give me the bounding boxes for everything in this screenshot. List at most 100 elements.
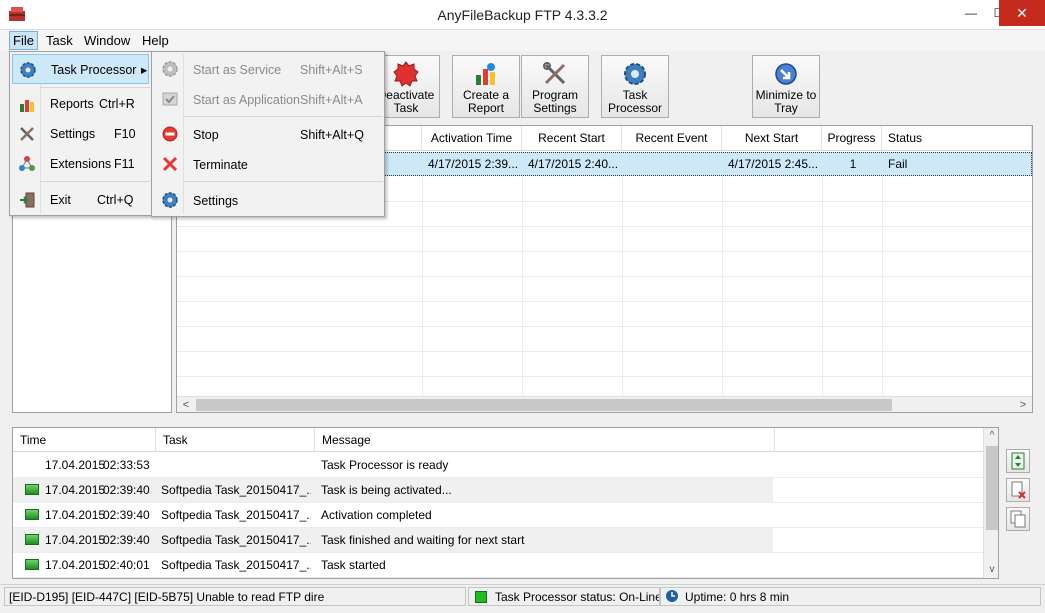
menu-item-label: Settings xyxy=(193,194,239,208)
title-bar[interactable]: AnyFileBackup FTP 4.3.3.2 — ☐ ✕ xyxy=(0,0,1045,30)
menu-item-label: Start as Service xyxy=(193,63,282,77)
task-processor-submenu: Start as Service Shift+Alt+S Start as Ap… xyxy=(151,51,385,217)
menu-help[interactable]: Help xyxy=(138,31,173,50)
service-gear-icon xyxy=(162,61,178,77)
menu-item-exit[interactable]: Exit Ctrl+Q xyxy=(12,185,149,215)
menu-task[interactable]: Task xyxy=(42,31,77,50)
clear-log-button[interactable] xyxy=(1006,478,1030,502)
log-date: 17.04.2015 xyxy=(45,483,105,497)
log-date: 17.04.2015 xyxy=(45,458,105,472)
minimize-tray-icon xyxy=(775,63,797,85)
log-time: 02:39:40 xyxy=(103,508,150,522)
scroll-right-button[interactable]: > xyxy=(1015,398,1031,412)
status-led-icon xyxy=(25,534,39,545)
menu-item-shortcut: Ctrl+R xyxy=(99,97,135,111)
grid-header-recent-event[interactable]: Recent Event xyxy=(622,126,722,151)
minimize-tray-label-1: Minimize to xyxy=(755,88,817,102)
task-processor-status: Task Processor status: On-Line xyxy=(468,587,660,606)
status-message: [EID-D195] [EID-447C] [EID-5B75] Unable … xyxy=(4,587,466,606)
menu-item-label: Terminate xyxy=(193,158,248,172)
report-label-2: Report xyxy=(467,101,505,115)
extensions-icon xyxy=(19,156,35,171)
log-message: Task finished and waiting for next start xyxy=(321,533,525,547)
deactivate-label-1: Deactivate xyxy=(377,88,435,102)
uptime-label: Uptime: xyxy=(685,590,727,604)
program-settings-button[interactable]: Program Settings xyxy=(521,55,589,118)
log-header-time[interactable]: Time xyxy=(13,428,156,452)
uptime-section: Uptime: 0 hrs 8 min xyxy=(660,587,1041,606)
menu-item-reports[interactable]: Reports Ctrl+R xyxy=(12,89,149,119)
menu-item-label: Start as Application xyxy=(193,93,301,107)
expand-log-button[interactable] xyxy=(1006,449,1030,473)
deactivate-label-2: Task xyxy=(393,101,419,115)
close-button[interactable]: ✕ xyxy=(999,0,1045,26)
menu-item-extensions[interactable]: Extensions F11 xyxy=(12,149,149,179)
menu-item-settings[interactable]: Settings F10 xyxy=(12,119,149,149)
log-time: 02:40:01 xyxy=(103,558,150,572)
log-task xyxy=(161,453,311,477)
menu-file[interactable]: File xyxy=(9,31,38,50)
scroll-thumb[interactable] xyxy=(196,399,892,411)
task-processor-label-1: Task xyxy=(622,88,648,102)
app-check-icon xyxy=(162,92,178,106)
menu-item-task-processor[interactable]: Task Processor ▸ xyxy=(12,54,149,84)
uptime-value: 0 hrs 8 min xyxy=(729,590,790,604)
copy-log-button[interactable] xyxy=(1006,507,1030,531)
menu-item-start-as-application[interactable]: Start as Application Shift+Alt+A xyxy=(154,84,384,114)
processor-status-label: Task Processor status: xyxy=(495,590,616,604)
menu-window[interactable]: Window xyxy=(80,31,134,50)
task-grid-horizontal-scrollbar[interactable]: < > xyxy=(177,396,1032,412)
log-row[interactable]: 17.04.2015 02:39:40 Softpedia Task_20150… xyxy=(13,478,983,503)
menu-item-label: Task Processor xyxy=(51,63,137,77)
log-row[interactable]: 17.04.2015 02:39:40 Softpedia Task_20150… xyxy=(13,528,983,553)
log-message: Task is being activated... xyxy=(321,483,452,497)
program-settings-label-2: Settings xyxy=(533,101,577,115)
menu-item-shortcut: Ctrl+Q xyxy=(97,193,134,207)
log-header-message[interactable]: Message xyxy=(315,428,775,452)
clear-log-icon xyxy=(1011,481,1026,499)
grid-header-recent-start[interactable]: Recent Start xyxy=(522,126,622,151)
log-message: Task started xyxy=(321,558,386,572)
minimize-tray-label-2: Tray xyxy=(774,101,798,115)
clock-icon xyxy=(666,590,678,602)
menu-item-shortcut: F11 xyxy=(114,157,135,171)
online-led-icon xyxy=(475,591,487,603)
task-processor-icon xyxy=(624,63,646,85)
log-time: 02:39:40 xyxy=(103,483,150,497)
stop-icon xyxy=(162,126,178,142)
log-message: Activation completed xyxy=(321,508,432,522)
menu-item-processor-settings[interactable]: Settings xyxy=(154,185,384,215)
deactivate-icon xyxy=(393,61,419,87)
cell-progress: 1 xyxy=(849,157,857,171)
scroll-up-button[interactable]: ^ xyxy=(984,428,998,444)
scroll-down-button[interactable]: v xyxy=(984,562,998,578)
report-label-1: Create a xyxy=(462,88,510,102)
scroll-left-button[interactable]: < xyxy=(178,398,194,412)
minimize-to-tray-button[interactable]: Minimize to Tray xyxy=(752,55,820,118)
task-processor-button[interactable]: Task Processor xyxy=(601,55,669,118)
menu-item-label: Exit xyxy=(50,193,71,207)
grid-header-next-start[interactable]: Next Start xyxy=(722,126,822,151)
log-row[interactable]: 17.04.2015 02:40:01 Softpedia Task_20150… xyxy=(13,553,983,578)
log-row[interactable]: 17.04.2015 02:33:53 Task Processor is re… xyxy=(13,453,983,478)
grid-header-activation-time[interactable]: Activation Time xyxy=(422,126,522,151)
menu-item-stop[interactable]: Stop Shift+Alt+Q xyxy=(154,119,384,149)
log-header-task[interactable]: Task xyxy=(156,428,315,452)
menu-item-terminate[interactable]: Terminate xyxy=(154,149,384,179)
exit-icon xyxy=(20,192,35,208)
log-row[interactable]: 17.04.2015 02:39:40 Softpedia Task_20150… xyxy=(13,503,983,528)
log-list[interactable]: Time Task Message 17.04.2015 02:33:53 Ta… xyxy=(12,427,999,579)
log-time: 02:39:40 xyxy=(103,533,150,547)
grid-header-progress[interactable]: Progress xyxy=(822,126,882,151)
tools-icon xyxy=(20,127,34,141)
log-vertical-scrollbar[interactable]: ^ v xyxy=(983,428,998,578)
grid-header-status[interactable]: Status xyxy=(882,126,1032,151)
scroll-thumb[interactable] xyxy=(986,446,998,530)
log-time: 02:33:53 xyxy=(103,458,150,472)
chart-icon xyxy=(20,100,34,112)
menu-item-shortcut: F10 xyxy=(114,127,136,141)
menu-item-label: Settings xyxy=(50,127,96,141)
status-led-icon xyxy=(25,484,39,495)
menu-item-start-as-service[interactable]: Start as Service Shift+Alt+S xyxy=(154,54,384,84)
create-report-button[interactable]: Create a Report xyxy=(452,55,520,118)
